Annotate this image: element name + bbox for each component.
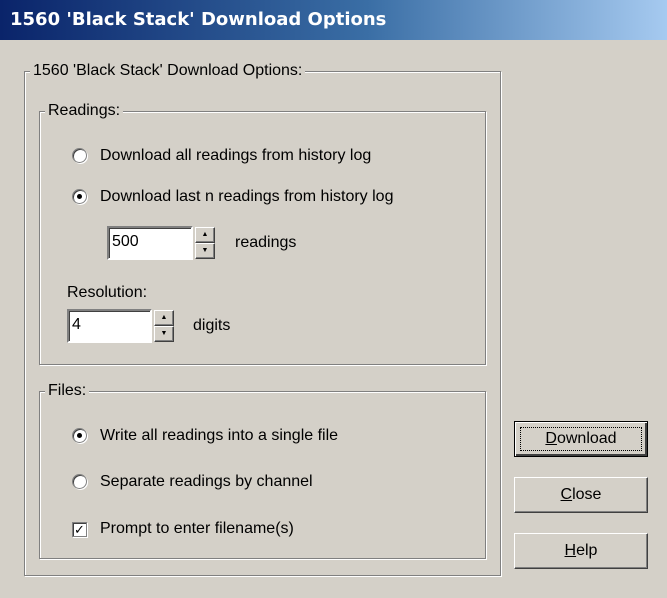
download-last-label[interactable]: Download last n readings from history lo… [100, 187, 393, 207]
focus-rect [520, 427, 642, 451]
download-last-radio[interactable] [72, 189, 87, 204]
readings-group-label: Readings: [45, 102, 124, 120]
close-label: lose [572, 486, 602, 503]
spin-up-icon[interactable]: ▲ [154, 310, 174, 326]
close-accel: C [560, 486, 573, 503]
readings-unit-label: readings [235, 234, 297, 251]
download-button[interactable]: Download [514, 421, 648, 457]
spin-up-icon[interactable]: ▲ [195, 227, 215, 243]
radio-selected-dot [77, 433, 82, 438]
by-channel-label[interactable]: Separate readings by channel [100, 472, 313, 492]
window-title: 1560 'Black Stack' Download Options [0, 0, 667, 40]
by-channel-radio[interactable] [72, 474, 87, 489]
spin-down-icon[interactable]: ▼ [195, 243, 215, 259]
resolution-unit-label: digits [193, 317, 231, 334]
radio-selected-dot [77, 194, 82, 199]
files-group-label: Files: [45, 382, 90, 400]
readings-count-spinner[interactable]: ▲ ▼ [195, 227, 215, 259]
readings-count-input[interactable]: 500 [107, 226, 193, 260]
help-label: elp [576, 542, 598, 559]
resolution-spinner[interactable]: ▲ ▼ [154, 310, 174, 342]
prompt-filename-checkbox[interactable]: ✓ [72, 522, 87, 537]
single-file-radio[interactable] [72, 428, 87, 443]
resolution-label: Resolution: [67, 284, 148, 301]
download-all-label[interactable]: Download all readings from history log [100, 146, 371, 166]
resolution-input[interactable]: 4 [67, 309, 152, 343]
spin-down-icon[interactable]: ▼ [154, 326, 174, 342]
download-options-group-label: 1560 'Black Stack' Download Options: [30, 62, 306, 80]
prompt-filename-label[interactable]: Prompt to enter filename(s) [100, 519, 294, 539]
close-button[interactable]: Close [514, 477, 648, 513]
download-all-radio[interactable] [72, 148, 87, 163]
single-file-label[interactable]: Write all readings into a single file [100, 426, 338, 446]
help-button[interactable]: Help [514, 533, 648, 569]
help-accel: H [564, 542, 577, 559]
